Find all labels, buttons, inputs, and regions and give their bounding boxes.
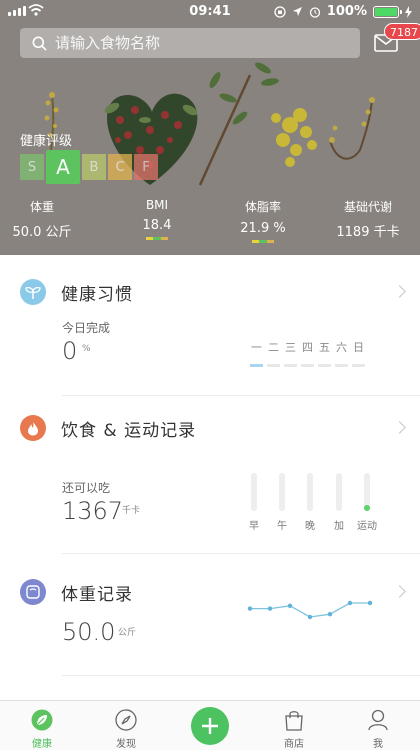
tab-label: 商店 (284, 739, 304, 750)
charging-icon (405, 5, 412, 18)
shopping-bag-icon (285, 711, 303, 731)
weight-trend-point (307, 614, 313, 620)
stat-value: 18.4 (142, 218, 172, 233)
habits-week: 一 二 三 四 五 六 日 (249, 339, 366, 367)
sprout-icon (20, 279, 46, 305)
day-wed: 三 (283, 339, 298, 367)
weight-card[interactable]: 体重记录 50.0 公斤 (0, 577, 420, 677)
body-stats: 体重 50.0 公斤 BMI 18.4 体脂率 21.9 % 基础代谢 1189… (0, 198, 420, 248)
exercise-column: 运动 (353, 473, 381, 532)
habits-percent: 0 (62, 337, 78, 365)
tab-health[interactable]: 健康 (0, 701, 84, 750)
tab-label: 健康 (32, 739, 52, 750)
diet-remain-label: 还可以吃 (62, 481, 111, 495)
battery-icon (373, 5, 402, 18)
stat-weight[interactable]: 体重 50.0 公斤 (0, 198, 92, 240)
habits-header: 健康习惯 (20, 277, 133, 307)
diet-unit: 千卡 (122, 506, 141, 516)
grade-a: A (46, 150, 80, 184)
habits-unit: % (82, 344, 91, 354)
status-bar: 09:41 100% (0, 0, 420, 24)
weight-trend-point (287, 603, 293, 608)
exercise-dot (364, 505, 370, 511)
weight-trend-point (367, 600, 373, 606)
weight-value: 50.0 (62, 618, 116, 646)
habits-title: 健康习惯 (61, 284, 133, 305)
scale-icon (20, 579, 46, 605)
grade-c: C (108, 154, 132, 180)
weight-trend-point (347, 600, 353, 606)
divider (62, 553, 420, 554)
mail-badge: 7187 (384, 23, 420, 40)
tab-bar: 健康 发现 商店 我 (0, 700, 420, 750)
day-thu: 四 (300, 339, 315, 367)
search-input[interactable] (55, 34, 335, 52)
grade-b: B (82, 154, 106, 180)
habits-today-label: 今日完成 (62, 321, 111, 335)
day-tue: 二 (266, 339, 281, 367)
chevron-right-icon (393, 421, 406, 434)
search-bar[interactable] (20, 28, 360, 58)
weight-header: 体重记录 (20, 577, 133, 607)
stat-label: BMI (145, 198, 169, 212)
stat-bmr[interactable]: 基础代谢 1189 千卡 (318, 198, 418, 240)
stat-label: 体重 (29, 200, 54, 214)
profile-icon (368, 709, 388, 731)
day-mon: 一 (249, 339, 264, 367)
stat-bmi[interactable]: BMI 18.4 (107, 198, 207, 240)
divider (62, 395, 420, 396)
stat-label: 基础代谢 (343, 200, 392, 214)
stat-body-fat[interactable]: 体脂率 21.9 % (213, 198, 313, 243)
weight-trend-point (327, 612, 333, 617)
diet-calories: 1367 (62, 497, 124, 525)
plus-icon (202, 718, 218, 734)
chevron-right-icon (393, 285, 406, 298)
flame-icon (20, 415, 46, 441)
diet-header: 饮食 & 运动记录 (20, 413, 196, 443)
body-fat-range-bar (252, 240, 274, 243)
diet-title: 饮食 & 运动记录 (61, 420, 197, 441)
grade-f: F (134, 154, 158, 180)
header-banner: 09:41 100% 请输入食物名称 7187 健康评级 S A B C F 体… (0, 0, 420, 255)
divider (62, 675, 420, 676)
orientation-lock-icon (274, 5, 286, 18)
tab-me[interactable]: 我 (336, 701, 420, 750)
leaf-icon (31, 709, 53, 731)
bmi-range-bar (146, 237, 168, 240)
compass-icon (115, 709, 137, 731)
weight-trend-point (267, 606, 273, 611)
weight-title: 体重记录 (61, 584, 133, 605)
tab-label: 发现 (116, 739, 136, 750)
diet-card[interactable]: 饮食 & 运动记录 还可以吃 1367 千卡 早 午 晚 加 运动 (0, 413, 420, 553)
meal-breakfast: 早 (240, 473, 268, 532)
stat-label: 体脂率 (244, 200, 281, 214)
stat-value: 1189 千卡 (336, 225, 400, 240)
day-sun: 日 (351, 339, 366, 367)
stat-value: 21.9 % (240, 221, 286, 236)
grade-title: 健康评级 (20, 134, 73, 149)
alarm-icon (309, 6, 320, 18)
grade-s: S (20, 154, 44, 180)
tab-store[interactable]: 商店 (252, 701, 336, 750)
weight-trend-chart (247, 600, 373, 620)
location-icon (292, 7, 302, 16)
day-fri: 五 (317, 339, 332, 367)
habits-card[interactable]: 健康习惯 今日完成 0 % 一 二 三 四 五 六 日 (0, 277, 420, 397)
dashboard-content: 健康习惯 今日完成 0 % 一 二 三 四 五 六 日 饮食 & 运动记录 还可… (0, 255, 420, 700)
meal-dinner: 晚 (296, 473, 324, 532)
stat-value: 50.0 公斤 (12, 225, 72, 240)
meal-snack: 加 (325, 473, 353, 532)
weight-unit: 公斤 (118, 628, 137, 638)
search-icon (32, 36, 47, 51)
chevron-right-icon (393, 585, 406, 598)
add-record-button[interactable] (191, 707, 229, 745)
day-sat: 六 (334, 339, 349, 367)
meal-lunch: 午 (268, 473, 296, 532)
tab-label: 我 (373, 739, 383, 750)
battery-percent: 100% (326, 4, 367, 19)
tab-discover[interactable]: 发现 (84, 701, 168, 750)
weight-trend-point (247, 606, 253, 611)
grade-scale[interactable]: S A B C F (20, 150, 160, 184)
